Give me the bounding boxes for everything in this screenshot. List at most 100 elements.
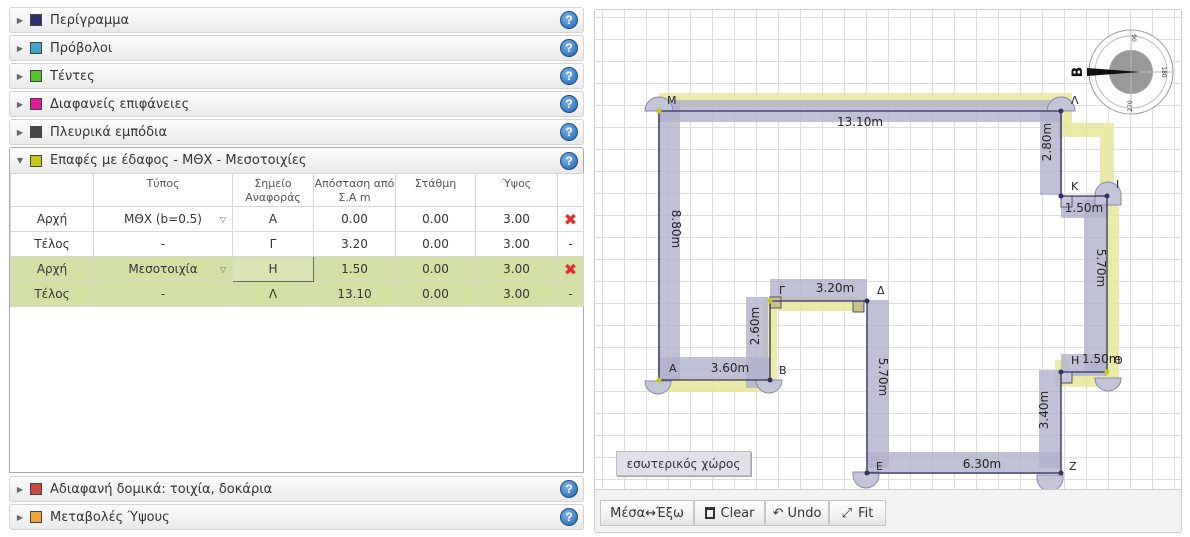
inside-outside-button[interactable]: Μέσα↔Έξω (600, 500, 694, 526)
vertex-point[interactable] (1104, 369, 1110, 375)
level-cell[interactable]: 0.00 (395, 256, 476, 282)
fit-button[interactable]: ⤢ Fit (829, 500, 886, 526)
table-row[interactable]: Αρχή ΜΘΧ (b=0.5) ▽ Α 0.00 0.00 3.00 ✖ (10, 206, 584, 232)
clear-button[interactable]: Clear (694, 500, 765, 526)
dimension-label: 6.30m (963, 457, 1001, 471)
ref-point-cell-active[interactable]: Η (232, 256, 314, 282)
color-swatch (30, 126, 42, 138)
section-tentes[interactable]: ▶ Τέντες ? (9, 63, 584, 89)
vertex-label: Β (779, 364, 787, 377)
distance-cell[interactable]: 1.50 (313, 256, 396, 282)
section-epafes[interactable]: ▼ Επαφές με έδαφος - ΜΘΧ - Μεσοτοιχίες ? (9, 147, 584, 173)
corner-square (852, 300, 865, 313)
vertex-label: Ζ (1069, 460, 1077, 473)
ref-point-cell[interactable]: Λ (232, 281, 314, 307)
table-row[interactable]: Τέλος - Γ 3.20 0.00 3.00 - (10, 231, 584, 257)
row-role: Αρχή (10, 256, 94, 282)
delete-icon[interactable]: ✖ (557, 206, 584, 232)
compass-north-label: Β (1070, 67, 1086, 78)
button-label: Undo (787, 505, 822, 521)
undo-button[interactable]: ↶ Undo (765, 500, 829, 526)
vertex-point[interactable] (656, 108, 662, 114)
dimension-label: 8.80m (669, 210, 683, 248)
height-cell[interactable]: 3.00 (475, 231, 558, 257)
distance-cell[interactable]: 0.00 (313, 206, 396, 232)
ref-point-cell[interactable]: Γ (232, 231, 314, 257)
type-value: Μεσοτοιχία (128, 262, 198, 276)
section-label: Διαφανείς επιφάνειες (50, 96, 190, 112)
vertex-label: Κ (1071, 180, 1079, 193)
drawing-toolbar: Μέσα↔Έξω Clear ↶ Undo ⤢ Fit (595, 489, 1181, 532)
vertex-label: Δ (877, 284, 885, 297)
row-role: Τέλος (10, 231, 94, 257)
help-icon[interactable]: ? (560, 151, 578, 170)
height-cell[interactable]: 3.00 (475, 281, 558, 307)
table-row-selected[interactable]: Τέλος - Λ 13.10 0.00 3.00 - (10, 281, 584, 307)
section-label: Πλευρικά εμπόδια (50, 124, 168, 140)
type-select[interactable]: ΜΘΧ (b=0.5) ▽ (93, 206, 233, 232)
corner-marker[interactable] (644, 380, 672, 395)
section-label: Μεταβολές Ύψους (50, 509, 170, 525)
height-cell[interactable]: 3.00 (475, 256, 558, 282)
vertex-point[interactable] (656, 377, 662, 383)
type-select[interactable]: Μεσοτοιχία ▽ (93, 256, 233, 282)
level-cell[interactable]: 0.00 (395, 231, 476, 257)
row-role: Αρχή (10, 206, 94, 232)
help-icon[interactable]: ? (560, 95, 578, 113)
header-ref-point: Σημείο Αναφοράς (232, 173, 314, 207)
help-icon[interactable]: ? (560, 123, 578, 141)
section-provoloi[interactable]: ▶ Πρόβολοι ? (9, 35, 584, 61)
vertex-point[interactable] (1058, 193, 1064, 199)
level-cell[interactable]: 0.00 (395, 281, 476, 307)
dimension-label: 2.60m (748, 307, 762, 345)
header-level: Στάθμη (395, 173, 476, 207)
drawing-canvas[interactable]: 13.10m 2.80m 1.50m 5.70m 1.50m 3.40m 6.3… (595, 10, 1181, 489)
color-swatch (30, 70, 42, 82)
type-value: ΜΘΧ (b=0.5) (124, 212, 202, 226)
corner-marker[interactable] (1094, 377, 1122, 392)
vertex-point[interactable] (1104, 193, 1110, 199)
vertex-point[interactable] (767, 377, 773, 383)
floor-plan[interactable]: 13.10m 2.80m 1.50m 5.70m 1.50m 3.40m 6.3… (595, 10, 1181, 489)
section-diafaneis[interactable]: ▶ Διαφανείς επιφάνειες ? (9, 91, 584, 117)
expand-icon: ▶ (16, 71, 24, 81)
vertex-point[interactable] (1058, 108, 1064, 114)
contacts-table: Τύπος Σημείο Αναφοράς Απόσταση από Σ.Α m… (10, 173, 584, 307)
help-icon[interactable]: ? (560, 67, 578, 85)
ref-point-cell[interactable]: Α (232, 206, 314, 232)
compass-icon: Β 90 180 270 (1070, 29, 1174, 115)
compass-degree-label: 90 (1130, 34, 1137, 42)
compass-degree-label: 270 (1127, 100, 1134, 112)
expand-icon: ▶ (16, 43, 24, 53)
vertex-point[interactable] (767, 298, 773, 304)
section-perigramma[interactable]: ▶ Περίγραμμα ? (9, 7, 584, 33)
section-label: Τέντες (50, 68, 95, 84)
distance-cell[interactable]: 3.20 (313, 231, 396, 257)
delete-icon[interactable]: ✖ (557, 256, 584, 282)
properties-panel: ▶ Περίγραμμα ? ▶ Πρόβολοι ? ▶ Τέντες ? ▶… (9, 7, 584, 531)
type-value: - (93, 231, 233, 257)
vertex-point[interactable] (864, 470, 870, 476)
header-height: Ύψος (475, 173, 558, 207)
dimension-label: 2.80m (1040, 123, 1054, 161)
distance-cell[interactable]: 13.10 (313, 281, 396, 307)
help-icon[interactable]: ? (560, 39, 578, 57)
compass-degree-label: 180 (1160, 66, 1167, 78)
dimension-label: 3.20m (816, 281, 854, 295)
help-icon[interactable]: ? (560, 480, 578, 498)
vertex-point[interactable] (1058, 470, 1064, 476)
table-row-selected[interactable]: Αρχή Μεσοτοιχία ▽ Η 1.50 0.00 3.00 ✖ (10, 256, 584, 282)
vertex-label: Ε (876, 460, 883, 473)
expand-arrows-icon: ⤢ (841, 505, 853, 521)
height-cell[interactable]: 3.00 (475, 206, 558, 232)
vertex-point[interactable] (864, 298, 870, 304)
corner-marker[interactable] (1036, 474, 1064, 489)
help-icon[interactable]: ? (560, 11, 578, 29)
section-adiafani[interactable]: ▶ Αδιαφανή δομικά: τοιχία, δοκάρια ? (9, 476, 584, 502)
level-cell[interactable]: 0.00 (395, 206, 476, 232)
vertex-point[interactable] (1058, 369, 1064, 375)
area-label: εσωτερικός χώρος (616, 451, 751, 476)
help-icon[interactable]: ? (560, 508, 578, 526)
section-pleurika[interactable]: ▶ Πλευρικά εμπόδια ? (9, 119, 584, 145)
section-metavoles[interactable]: ▶ Μεταβολές Ύψους ? (9, 504, 584, 530)
